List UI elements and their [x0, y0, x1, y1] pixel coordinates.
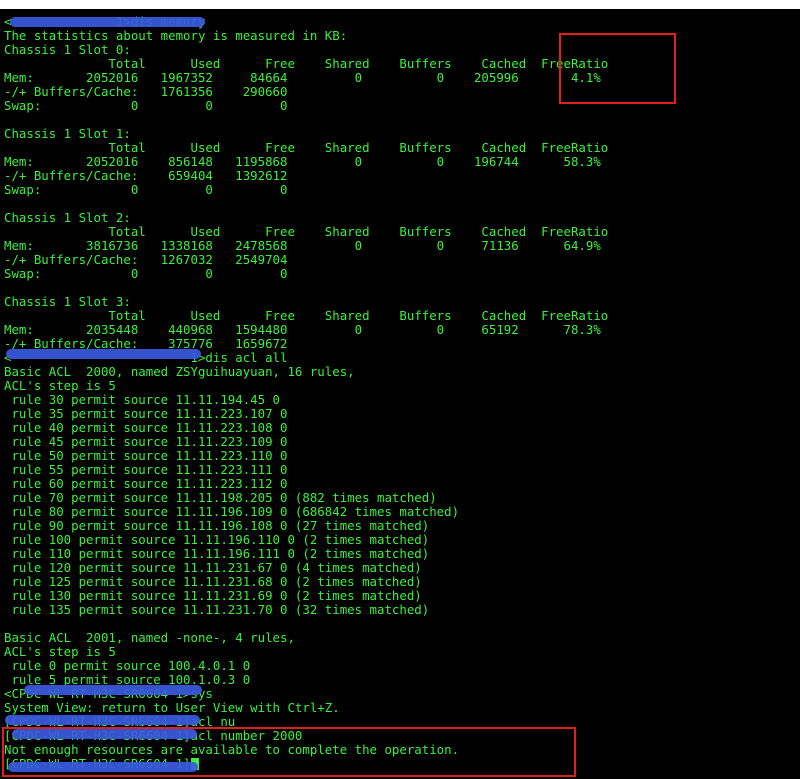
terminal-line: rule 35 permit source 11.11.223.107 0	[4, 407, 288, 421]
terminal-line: Chassis 1 Slot 3:	[4, 295, 131, 309]
terminal-line: rule 130 permit source 11.11.231.69 0 (2…	[4, 589, 422, 603]
terminal-line: rule 40 permit source 11.11.223.108 0	[4, 421, 288, 435]
redaction-mark	[5, 715, 200, 725]
terminal-line: rule 80 permit source 11.11.196.109 0 (6…	[4, 505, 460, 519]
redaction-mark	[10, 17, 205, 27]
freeratio-highlight-box	[559, 33, 676, 104]
terminal-line: ACL's step is 5	[4, 379, 116, 393]
redaction-mark	[24, 685, 202, 695]
redaction-mark	[6, 349, 201, 359]
terminal-line: rule 90 permit source 11.11.196.108 0 (2…	[4, 519, 430, 533]
terminal-line: Chassis 1 Slot 0:	[4, 43, 131, 57]
terminal-line: Chassis 1 Slot 1:	[4, 127, 131, 141]
terminal-line: System View: return to User View with Ct…	[4, 701, 340, 715]
terminal-line: Mem: 2035448 440968 1594480 0 0 65192 78…	[4, 323, 601, 337]
terminal-line: rule 0 permit source 100.4.0.1 0	[4, 659, 251, 673]
terminal-line: rule 50 permit source 11.11.223.110 0	[4, 449, 288, 463]
terminal-line: rule 100 permit source 11.11.196.110 0 (…	[4, 533, 430, 547]
terminal-line: Swap: 0 0 0	[4, 267, 288, 281]
terminal-line: rule 120 permit source 11.11.231.67 0 (4…	[4, 561, 422, 575]
terminal-output[interactable]: < 1>dis memoryThe statistics about memor…	[4, 15, 796, 771]
terminal-line: rule 70 permit source 11.11.198.205 0 (8…	[4, 491, 437, 505]
terminal-line: Total Used Free Shared Buffers Cached Fr…	[4, 57, 609, 71]
terminal-line: Basic ACL 2001, named -none-, 4 rules,	[4, 631, 295, 645]
terminal-line: Basic ACL 2000, named ZSYguihuayuan, 16 …	[4, 365, 355, 379]
window-top-strip	[0, 0, 800, 9]
terminal-line: Total Used Free Shared Buffers Cached Fr…	[4, 141, 609, 155]
redaction-mark	[8, 762, 198, 772]
terminal-line: rule 135 permit source 11.11.231.70 0 (3…	[4, 603, 430, 617]
terminal-line: The statistics about memory is measured …	[4, 29, 348, 43]
terminal-line: rule 55 permit source 11.11.223.111 0	[4, 463, 288, 477]
terminal-line: -/+ Buffers/Cache: 659404 1392612	[4, 169, 288, 183]
terminal-line: rule 60 permit source 11.11.223.112 0	[4, 477, 288, 491]
terminal-line: Mem: 2052016 856148 1195868 0 0 196744 5…	[4, 155, 601, 169]
terminal-line: rule 110 permit source 11.11.196.111 0 (…	[4, 547, 430, 561]
terminal-line: rule 30 permit source 11.11.194.45 0	[4, 393, 281, 407]
terminal-line: rule 45 permit source 11.11.223.109 0	[4, 435, 288, 449]
terminal-line: Total Used Free Shared Buffers Cached Fr…	[4, 309, 609, 323]
terminal-line: Mem: 2052016 1967352 84664 0 0 205996 4.…	[4, 71, 601, 85]
terminal-line: ACL's step is 5	[4, 645, 116, 659]
terminal-line: Total Used Free Shared Buffers Cached Fr…	[4, 225, 609, 239]
terminal-line: Mem: 3816736 1338168 2478568 0 0 71136 6…	[4, 239, 601, 253]
terminal-line: -/+ Buffers/Cache: 1761356 290660	[4, 85, 288, 99]
terminal-line: Chassis 1 Slot 2:	[4, 211, 131, 225]
terminal-line: Swap: 0 0 0	[4, 99, 288, 113]
terminal-line: Swap: 0 0 0	[4, 183, 288, 197]
terminal-line: -/+ Buffers/Cache: 1267032 2549704	[4, 253, 288, 267]
redaction-mark	[12, 729, 197, 739]
terminal-line: rule 125 permit source 11.11.231.68 0 (2…	[4, 575, 422, 589]
